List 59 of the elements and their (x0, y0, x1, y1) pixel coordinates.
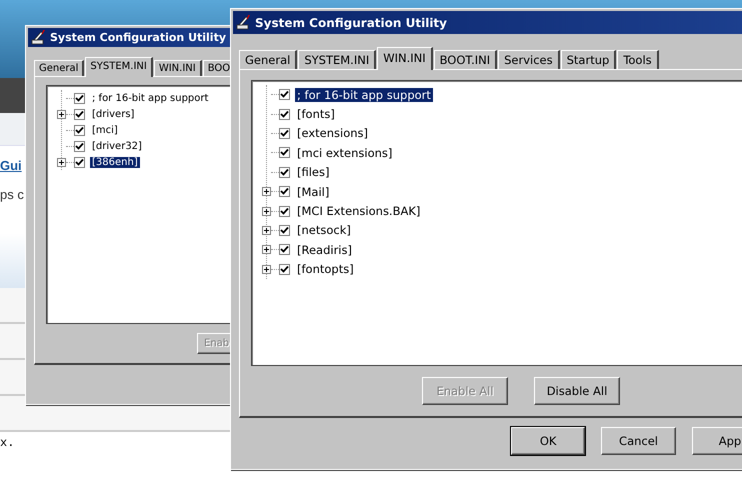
tab[interactable]: General (239, 50, 298, 69)
tree-item[interactable]: [Mail] (295, 184, 332, 199)
tree-item[interactable]: [mci extensions] (295, 146, 394, 160)
tab[interactable]: BOO (202, 60, 231, 76)
checkbox[interactable] (74, 124, 85, 136)
tree-item[interactable]: ; for 16-bit app support (295, 88, 433, 102)
tree-item[interactable]: [MCI Extensions.BAK] (295, 204, 422, 218)
checkbox[interactable] (279, 186, 290, 198)
tab[interactable]: SYSTEM.INI (298, 50, 376, 69)
dialog-button[interactable]: OK (511, 427, 586, 455)
dialog-button[interactable]: App (692, 427, 742, 455)
checkbox[interactable] (279, 89, 290, 100)
tree-item[interactable]: [386enh] (90, 156, 140, 168)
checkbox[interactable] (279, 147, 290, 158)
tree-item[interactable]: [mci] (90, 124, 120, 136)
expand-icon[interactable] (57, 158, 66, 166)
tab[interactable]: General (34, 60, 84, 76)
checkbox[interactable] (74, 156, 85, 168)
checkbox[interactable] (279, 108, 290, 120)
dialog-button[interactable]: Cancel (601, 427, 676, 455)
checkbox[interactable] (279, 224, 290, 236)
tab[interactable]: Tools (617, 50, 659, 69)
tab[interactable]: BOOT.INI (434, 50, 498, 69)
tree-item[interactable]: [fontopts] (295, 262, 356, 276)
page-text: ps c (0, 187, 24, 202)
tree-item[interactable]: [netsock] (295, 223, 353, 238)
pen-icon (31, 30, 47, 46)
pen-icon (236, 14, 252, 30)
tree-item[interactable]: [files] (295, 165, 332, 180)
tree-item[interactable]: [Readiris] (295, 242, 354, 257)
expand-icon[interactable] (262, 245, 271, 254)
tree-item[interactable]: [drivers] (90, 108, 136, 120)
checkbox[interactable] (279, 128, 290, 139)
checkbox[interactable] (279, 206, 290, 217)
checkbox[interactable] (279, 244, 290, 256)
tree-item[interactable]: [driver32] (90, 140, 144, 152)
page-link[interactable]: Gui (0, 158, 22, 173)
tab[interactable]: WIN.INI (377, 47, 433, 70)
expand-icon[interactable] (262, 187, 271, 196)
checkbox[interactable] (279, 166, 290, 178)
checkbox[interactable] (74, 108, 85, 120)
page-code-text: x. (0, 436, 14, 450)
window-title: System Configuration Utility (50, 31, 226, 44)
tree-item[interactable]: ; for 16-bit app support (90, 92, 210, 104)
expand-icon[interactable] (262, 206, 271, 216)
action-button[interactable]: Disable All (534, 377, 620, 405)
expand-icon[interactable] (57, 110, 66, 118)
tab[interactable]: Services (498, 50, 560, 69)
tree-item[interactable]: [fonts] (295, 107, 337, 122)
checkbox[interactable] (74, 140, 85, 152)
tab[interactable]: WIN.INI (154, 60, 202, 76)
window-title: System Configuration Utility (255, 16, 447, 30)
checkbox[interactable] (74, 92, 85, 104)
tab[interactable]: SYSTEM.INI (85, 57, 153, 77)
tree-item[interactable]: [extensions] (295, 126, 370, 140)
expand-icon[interactable] (262, 226, 271, 235)
expand-icon[interactable] (262, 264, 271, 274)
checkbox[interactable] (279, 264, 290, 275)
tab[interactable]: Startup (560, 50, 616, 69)
